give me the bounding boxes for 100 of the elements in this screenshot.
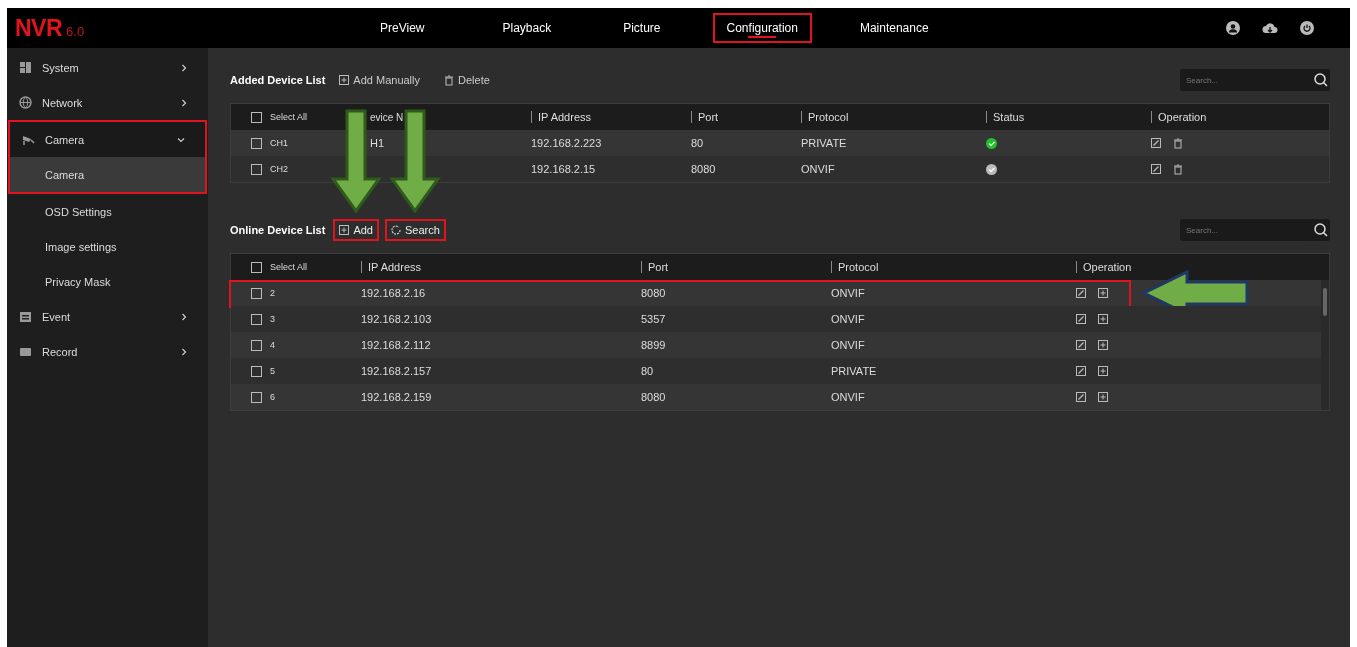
plus-icon[interactable]: [1098, 314, 1108, 324]
sidebar-item[interactable]: Event: [7, 299, 208, 334]
chevron-down-icon: [177, 135, 185, 144]
version-text: 6.0: [66, 23, 85, 39]
table-cell: 192.168.2.103: [361, 313, 432, 325]
checkbox[interactable]: [251, 261, 262, 273]
checkbox[interactable]: [251, 365, 262, 377]
nav-tab[interactable]: Maintenance: [845, 13, 943, 43]
scrollbar-thumb[interactable]: [1323, 288, 1327, 316]
table-cell: PRIVATE: [801, 137, 847, 149]
table-cell: CH1: [270, 138, 288, 148]
edit-icon[interactable]: [1151, 164, 1161, 174]
checkbox[interactable]: [251, 111, 262, 123]
table-cell: 80: [641, 365, 654, 377]
column-header: IP Address: [538, 111, 591, 123]
table-cell: 6: [270, 392, 275, 402]
checkbox[interactable]: [251, 287, 262, 299]
sidebar-subitem[interactable]: Privacy Mask: [7, 264, 208, 299]
edit-icon[interactable]: [1151, 138, 1161, 148]
plus-icon[interactable]: [1098, 366, 1108, 376]
refresh-icon: [390, 225, 401, 235]
table-cell: PRIVATE: [831, 365, 877, 377]
logo-text: NVR: [15, 14, 63, 42]
chevron-right-icon: [180, 312, 188, 321]
table-cell: 3: [270, 314, 275, 324]
sidebar-item[interactable]: System: [7, 50, 208, 85]
chevron-right-icon: [180, 98, 188, 107]
table-cell: ONVIF: [801, 163, 835, 175]
edit-icon[interactable]: [1076, 366, 1086, 376]
edit-icon[interactable]: [1076, 392, 1086, 402]
table-cell: ONVIF: [831, 339, 865, 351]
column-header: Select All: [270, 112, 308, 122]
plus-icon[interactable]: [1098, 288, 1108, 298]
table-cell: 8080: [691, 163, 716, 175]
table-cell: 8080: [641, 391, 666, 403]
table-cell: ONVIF: [831, 313, 865, 325]
nav-tab[interactable]: Playback: [488, 13, 566, 43]
column-header: Port: [698, 111, 719, 123]
nav-tab[interactable]: Configuration: [712, 13, 812, 43]
table-cell: 192.168.2.159: [361, 391, 432, 403]
table-cell: 192.168.2.112: [361, 339, 431, 351]
checkbox[interactable]: [251, 313, 262, 325]
table-cell: 4: [270, 340, 275, 350]
trash-icon[interactable]: [1173, 137, 1183, 149]
sidebar-item[interactable]: Record: [7, 334, 208, 369]
event-icon: [19, 310, 32, 323]
sidebar-subitem[interactable]: Image settings: [7, 229, 208, 264]
edit-icon[interactable]: [1076, 340, 1086, 350]
search-icon[interactable]: [1314, 73, 1328, 87]
column-header: Operation: [1158, 111, 1207, 123]
user-icon[interactable]: [1226, 21, 1240, 35]
table-cell: H1: [370, 137, 385, 149]
edit-icon[interactable]: [1076, 314, 1086, 324]
column-header: Port: [648, 261, 669, 273]
camera-icon: [22, 133, 35, 146]
sidebar-subitem[interactable]: OSD Settings: [7, 194, 208, 229]
delete-button[interactable]: Delete: [438, 69, 496, 91]
sidebar-item[interactable]: Camera: [10, 122, 205, 157]
table-cell: 2: [270, 288, 275, 298]
column-header: evice N: [370, 111, 404, 123]
cloud-icon[interactable]: [1262, 21, 1278, 35]
plus-icon[interactable]: [1098, 392, 1108, 402]
network-icon: [19, 96, 32, 109]
checkbox[interactable]: [251, 163, 262, 175]
chevron-right-icon: [180, 63, 188, 72]
plus-icon[interactable]: [1098, 340, 1108, 350]
table-cell: 8899: [641, 339, 666, 351]
section-title: Added Device List: [230, 74, 326, 86]
edit-icon[interactable]: [1076, 288, 1086, 298]
table-cell: 8080: [641, 287, 666, 299]
table-cell: 192.168.2.16: [361, 287, 426, 299]
column-header: Protocol: [838, 261, 879, 273]
add-button[interactable]: Add Manually: [333, 69, 426, 91]
checkbox[interactable]: [251, 339, 262, 351]
column-header: Select All: [270, 262, 308, 272]
table-cell: 192.168.2.15: [531, 163, 596, 175]
column-header: Status: [993, 111, 1025, 123]
checkbox[interactable]: [251, 391, 262, 403]
sidebar-item[interactable]: Network: [7, 85, 208, 120]
table-cell: 5: [270, 366, 275, 376]
nav-tab[interactable]: PreView: [366, 13, 439, 43]
chevron-right-icon: [180, 347, 188, 356]
checkbox[interactable]: [251, 137, 262, 149]
search-icon[interactable]: [1314, 223, 1328, 237]
column-header: Protocol: [808, 111, 849, 123]
record-icon: [19, 345, 32, 358]
sidebar-subitem[interactable]: Camera: [10, 157, 205, 192]
plus-icon: [339, 225, 350, 235]
nav-tab[interactable]: Picture: [609, 13, 675, 43]
trash-icon[interactable]: [1173, 163, 1183, 175]
table-cell: 192.168.2.223: [531, 137, 602, 149]
table-cell: 192.168.2.157: [361, 365, 432, 377]
table-cell: CH2: [270, 164, 288, 174]
column-header: IP Address: [368, 261, 421, 273]
trash-icon: [444, 74, 454, 86]
table-cell: ONVIF: [831, 287, 865, 299]
power-icon[interactable]: [1300, 21, 1314, 35]
table-cell: 80: [691, 137, 704, 149]
section-title: Online Device List: [230, 224, 326, 236]
table-cell: 5357: [641, 313, 666, 325]
